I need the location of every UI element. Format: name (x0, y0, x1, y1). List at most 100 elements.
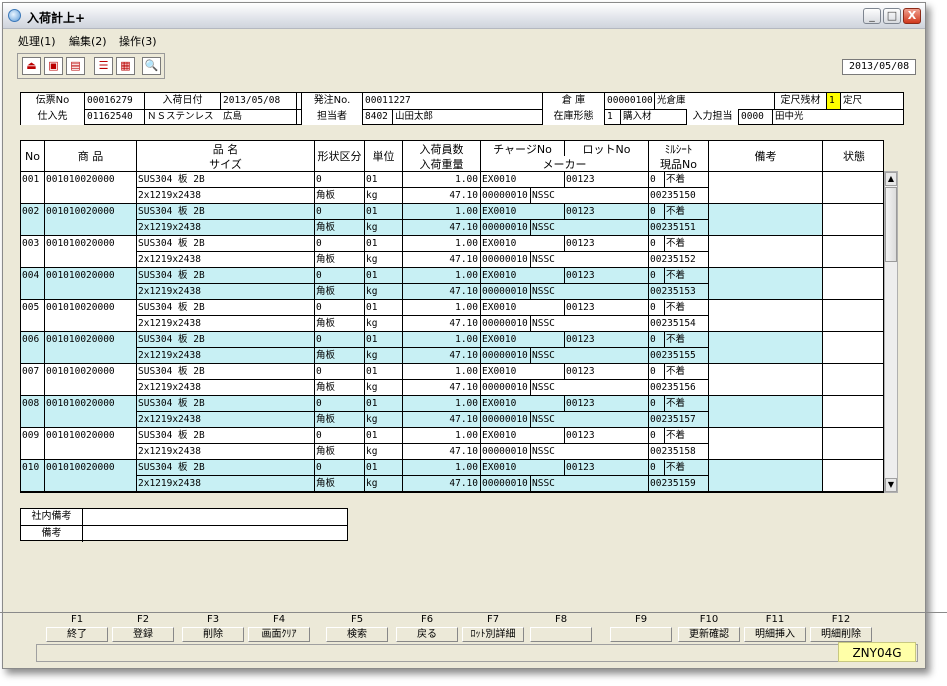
nyuka-kazu-field[interactable]: 1.00 (403, 428, 481, 444)
table-row[interactable]: 006 001010020000 SUS304 板 2B 2x1219x2438 0 角板… (21, 332, 883, 364)
fkey-f9[interactable]: F9 (608, 613, 674, 642)
hinmei-field[interactable]: SUS304 板 2B (137, 364, 315, 380)
lot-field[interactable]: 00123 (565, 204, 649, 220)
charge-field[interactable]: EX0010 (481, 268, 565, 284)
biko-cell[interactable] (709, 268, 823, 299)
nyuka-juryo-field[interactable]: 47.10 (403, 380, 481, 396)
jotai-cell[interactable] (823, 396, 883, 427)
hacchu-field[interactable]: 00011227 (363, 93, 543, 109)
nyuka-kazu-field[interactable]: 1.00 (403, 236, 481, 252)
mill-code-field[interactable]: 0 (649, 204, 665, 220)
nyuka-juryo-field[interactable]: 47.10 (403, 348, 481, 364)
nyuka-juryo-field[interactable]: 47.10 (403, 284, 481, 300)
fkey-f11[interactable]: F11 明細挿入 (742, 613, 808, 642)
size-field[interactable]: 2x1219x2438 (137, 444, 315, 460)
exit-icon[interactable]: ⏏ (22, 57, 41, 75)
fkey-f10[interactable]: F10 更新確認 (676, 613, 742, 642)
save-icon[interactable]: ▣ (44, 57, 63, 75)
fkey-f4[interactable]: F4 画面ｸﾘｱ (246, 613, 312, 642)
nyuka-date-field[interactable]: 2013/05/08 (221, 93, 297, 109)
keijo-code-field[interactable]: 0 (315, 236, 365, 252)
genpin-field[interactable]: 00235155 (649, 348, 709, 364)
lot-field[interactable]: 00123 (565, 332, 649, 348)
zaiko-code-field[interactable]: 1 (605, 109, 621, 125)
shohin-code-field[interactable]: 001010020000 (45, 172, 137, 203)
maker-code-field[interactable]: 00000010 (481, 220, 531, 236)
fkey-button[interactable]: 登録 (112, 627, 174, 642)
nyuka-kazu-field[interactable]: 1.00 (403, 268, 481, 284)
fkey-button[interactable]: 戻る (396, 627, 458, 642)
maker-code-field[interactable]: 00000010 (481, 412, 531, 428)
nyuka-juryo-field[interactable]: 47.10 (403, 444, 481, 460)
mill-code-field[interactable]: 0 (649, 396, 665, 412)
jotai-cell[interactable] (823, 236, 883, 267)
fkey-button[interactable] (610, 627, 672, 642)
biko-cell[interactable] (709, 364, 823, 395)
fkey-f8[interactable]: F8 (528, 613, 594, 642)
shanai-biko-field[interactable] (84, 509, 347, 525)
biko-cell[interactable] (709, 204, 823, 235)
nyuka-kazu-field[interactable]: 1.00 (403, 396, 481, 412)
biko-field[interactable] (84, 526, 347, 541)
fkey-button[interactable]: 検索 (326, 627, 388, 642)
lot-field[interactable]: 00123 (565, 396, 649, 412)
nyuka-juryo-field[interactable]: 47.10 (403, 412, 481, 428)
charge-field[interactable]: EX0010 (481, 396, 565, 412)
biko-cell[interactable] (709, 236, 823, 267)
maker-code-field[interactable]: 00000010 (481, 316, 531, 332)
fkey-button[interactable] (530, 627, 592, 642)
keijo-code-field[interactable]: 0 (315, 396, 365, 412)
jotai-cell[interactable] (823, 332, 883, 363)
fkey-f7[interactable]: F7 ﾛｯﾄ別詳細 (460, 613, 526, 642)
genpin-field[interactable]: 00235157 (649, 412, 709, 428)
menu-process[interactable]: 処理(1) (18, 33, 56, 49)
lot-field[interactable]: 00123 (565, 364, 649, 380)
fkey-f3[interactable]: F3 削除 (180, 613, 246, 642)
jotai-cell[interactable] (823, 172, 883, 203)
genpin-field[interactable]: 00235154 (649, 316, 709, 332)
keijo-code-field[interactable]: 0 (315, 364, 365, 380)
shohin-code-field[interactable]: 001010020000 (45, 460, 137, 491)
genpin-field[interactable]: 00235156 (649, 380, 709, 396)
maker-code-field[interactable]: 00000010 (481, 380, 531, 396)
maker-code-field[interactable]: 00000010 (481, 476, 531, 492)
table-row[interactable]: 001 001010020000 SUS304 板 2B 2x1219x2438 0 角板… (21, 172, 883, 204)
shohin-code-field[interactable]: 001010020000 (45, 300, 137, 331)
jotai-cell[interactable] (823, 364, 883, 395)
biko-cell[interactable] (709, 300, 823, 331)
biko-cell[interactable] (709, 460, 823, 491)
lot-field[interactable]: 00123 (565, 268, 649, 284)
tani-code-field[interactable]: 01 (365, 396, 403, 412)
mill-code-field[interactable]: 0 (649, 300, 665, 316)
charge-field[interactable]: EX0010 (481, 428, 565, 444)
tani-code-field[interactable]: 01 (365, 428, 403, 444)
nyuka-juryo-field[interactable]: 47.10 (403, 252, 481, 268)
fkey-button[interactable]: 明細削除 (810, 627, 872, 642)
nyuka-kazu-field[interactable]: 1.00 (403, 332, 481, 348)
hinmei-field[interactable]: SUS304 板 2B (137, 204, 315, 220)
tani-code-field[interactable]: 01 (365, 300, 403, 316)
grid-icon[interactable]: ▦ (116, 57, 135, 75)
mill-code-field[interactable]: 0 (649, 460, 665, 476)
fkey-button[interactable]: 明細挿入 (744, 627, 806, 642)
scroll-thumb[interactable] (885, 187, 897, 262)
jotai-cell[interactable] (823, 204, 883, 235)
fkey-button[interactable]: ﾛｯﾄ別詳細 (462, 627, 524, 642)
table-row[interactable]: 008 001010020000 SUS304 板 2B 2x1219x2438 0 角板… (21, 396, 883, 428)
charge-field[interactable]: EX0010 (481, 236, 565, 252)
genpin-field[interactable]: 00235151 (649, 220, 709, 236)
hinmei-field[interactable]: SUS304 板 2B (137, 268, 315, 284)
shiire-code-field[interactable]: 01162540 (85, 109, 145, 125)
maker-code-field[interactable]: 00000010 (481, 252, 531, 268)
mill-code-field[interactable]: 0 (649, 428, 665, 444)
lot-field[interactable]: 00123 (565, 300, 649, 316)
genpin-field[interactable]: 00235152 (649, 252, 709, 268)
maker-code-field[interactable]: 00000010 (481, 444, 531, 460)
tani-code-field[interactable]: 01 (365, 364, 403, 380)
denpyo-field[interactable]: 00016279 (85, 93, 145, 109)
charge-field[interactable]: EX0010 (481, 204, 565, 220)
mill-code-field[interactable]: 0 (649, 332, 665, 348)
charge-field[interactable]: EX0010 (481, 172, 565, 188)
shohin-code-field[interactable]: 001010020000 (45, 396, 137, 427)
keijo-code-field[interactable]: 0 (315, 300, 365, 316)
